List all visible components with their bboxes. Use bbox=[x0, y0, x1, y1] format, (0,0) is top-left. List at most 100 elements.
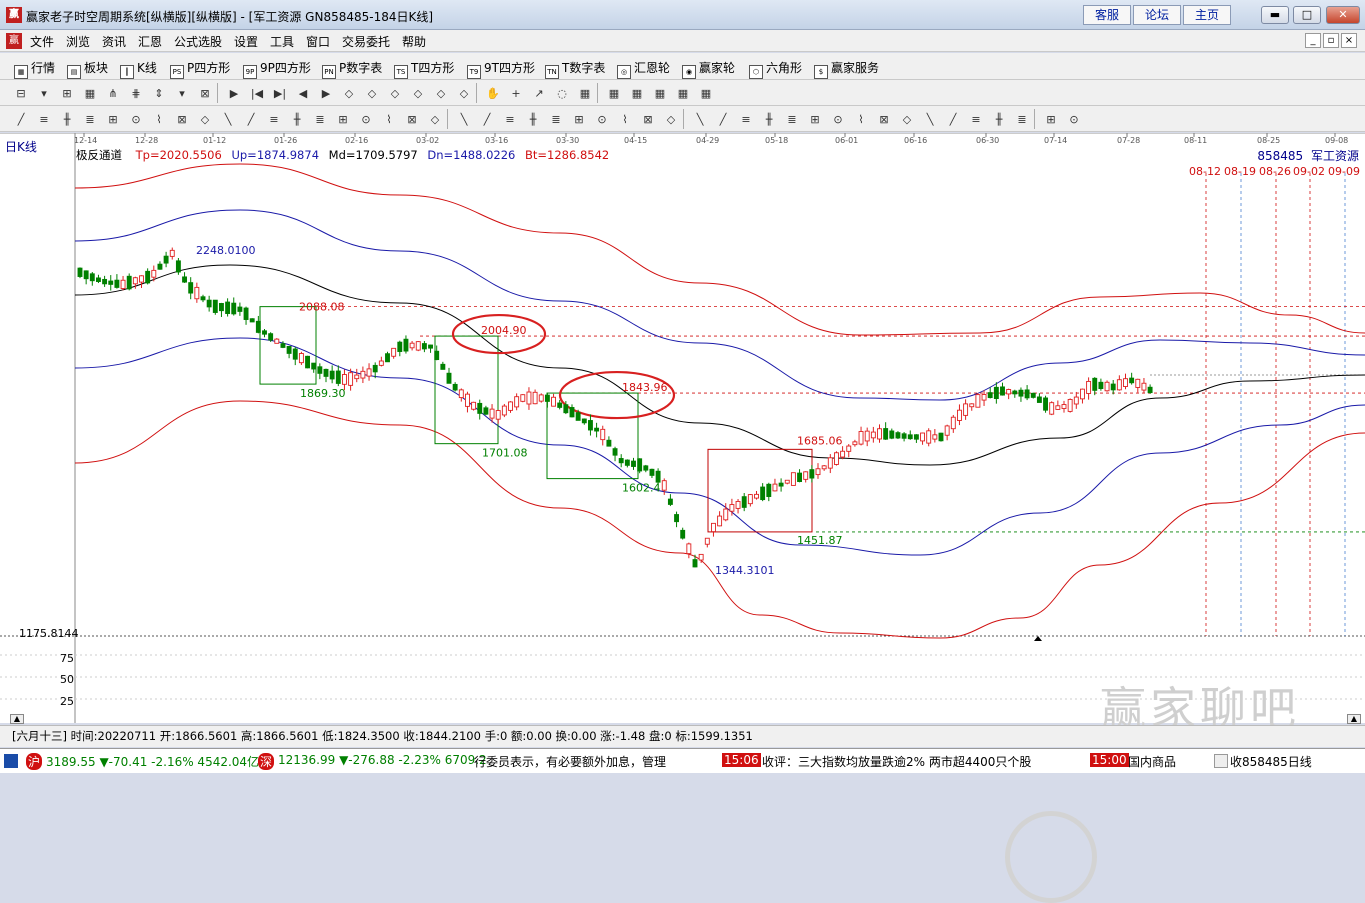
chart-tool-8-icon[interactable]: ▾ bbox=[173, 84, 191, 102]
nav-t-square[interactable]: TS T四方形 bbox=[394, 59, 454, 79]
chart-tool-7-icon[interactable]: ⇕ bbox=[150, 84, 168, 102]
draw-tool-30-icon[interactable]: ╲ bbox=[691, 110, 709, 128]
draw-tool-23-icon[interactable]: ╫ bbox=[524, 110, 542, 128]
chart-tool-14-icon[interactable]: ▶ bbox=[317, 84, 335, 102]
chart-tool-21-icon[interactable]: ✋ bbox=[484, 84, 502, 102]
maximize-button[interactable]: □ bbox=[1293, 6, 1321, 24]
draw-tool-3-icon[interactable]: ╫ bbox=[58, 110, 76, 128]
draw-tool-13-icon[interactable]: ╫ bbox=[288, 110, 306, 128]
close-button[interactable]: ✕ bbox=[1326, 6, 1360, 24]
draw-tool-15-icon[interactable]: ⊞ bbox=[334, 110, 352, 128]
draw-tool-35-icon[interactable]: ⊞ bbox=[806, 110, 824, 128]
nav-hexagon[interactable]: ⬡ 六角形 bbox=[749, 59, 802, 79]
draw-tool-28-icon[interactable]: ⊠ bbox=[639, 110, 657, 128]
customer-service-button[interactable]: 客服 bbox=[1083, 5, 1131, 25]
chart-tool-17-icon[interactable]: ◇ bbox=[386, 84, 404, 102]
draw-tool-36-icon[interactable]: ⊙ bbox=[829, 110, 847, 128]
chart-tool-6-icon[interactable]: ⋕ bbox=[127, 84, 145, 102]
mdi-close-button[interactable]: × bbox=[1341, 33, 1357, 48]
draw-tool-43-icon[interactable]: ╫ bbox=[990, 110, 1008, 128]
menu-tools[interactable]: 工具 bbox=[270, 33, 294, 50]
menu-huien[interactable]: 汇恩 bbox=[138, 33, 162, 50]
chart-tool-28-icon[interactable]: ▦ bbox=[651, 84, 669, 102]
chart-tool-29-icon[interactable]: ▦ bbox=[674, 84, 692, 102]
menu-help[interactable]: 帮助 bbox=[402, 33, 426, 50]
draw-tool-40-icon[interactable]: ╲ bbox=[921, 110, 939, 128]
chart-tool-22-icon[interactable]: + bbox=[507, 84, 525, 102]
chart-tool-10-icon[interactable]: ▶ bbox=[225, 84, 243, 102]
chart-tool-19-icon[interactable]: ◇ bbox=[432, 84, 450, 102]
nav-9t-square[interactable]: T9 9T四方形 bbox=[467, 59, 535, 79]
draw-tool-24-icon[interactable]: ≣ bbox=[547, 110, 565, 128]
chart-tool-2-icon[interactable]: ▾ bbox=[35, 84, 53, 102]
menu-settings[interactable]: 设置 bbox=[234, 33, 258, 50]
sh-index-value[interactable]: 3189.55 ▼-70.41 -2.16% 4542.04亿 bbox=[46, 753, 259, 770]
draw-tool-32-icon[interactable]: ≡ bbox=[737, 110, 755, 128]
minimize-button[interactable]: ▬ bbox=[1261, 6, 1289, 24]
nav-winner-wheel[interactable]: ◉ 赢家轮 bbox=[682, 59, 735, 79]
chart-tool-11-icon[interactable]: |◀ bbox=[248, 84, 266, 102]
bell-icon[interactable] bbox=[1214, 754, 1228, 768]
draw-tool-8-icon[interactable]: ⊠ bbox=[173, 110, 191, 128]
draw-tool-9-icon[interactable]: ◇ bbox=[196, 110, 214, 128]
nav-p-square[interactable]: PS P四方形 bbox=[170, 59, 230, 79]
homepage-button[interactable]: 主页 bbox=[1183, 5, 1231, 25]
chart-tool-3-icon[interactable]: ⊞ bbox=[58, 84, 76, 102]
scroll-left-icon[interactable]: ▲ bbox=[10, 714, 24, 724]
draw-tool-19-icon[interactable]: ◇ bbox=[426, 110, 444, 128]
draw-tool-5-icon[interactable]: ⊞ bbox=[104, 110, 122, 128]
news-headline-2[interactable]: 国内商品 bbox=[1128, 753, 1194, 770]
news-headline-1[interactable]: 收评：三大指数均放量跌逾2% 两市超4400只个股 bbox=[762, 753, 1086, 770]
draw-tool-25-icon[interactable]: ⊞ bbox=[570, 110, 588, 128]
draw-tool-14-icon[interactable]: ≣ bbox=[311, 110, 329, 128]
menu-formula[interactable]: 公式选股 bbox=[174, 33, 222, 50]
draw-tool-44-icon[interactable]: ≣ bbox=[1013, 110, 1031, 128]
draw-tool-4-icon[interactable]: ≣ bbox=[81, 110, 99, 128]
nav-kline[interactable]: ┃ K线 bbox=[120, 59, 157, 79]
nav-p-table[interactable]: PN P数字表 bbox=[322, 59, 382, 79]
chart-tool-23-icon[interactable]: ↗ bbox=[530, 84, 548, 102]
scroll-right-icon[interactable]: ▲ bbox=[1347, 714, 1361, 724]
draw-tool-45-icon[interactable]: ⊞ bbox=[1042, 110, 1060, 128]
draw-tool-29-icon[interactable]: ◇ bbox=[662, 110, 680, 128]
chart-tool-27-icon[interactable]: ▦ bbox=[628, 84, 646, 102]
chart-tool-1-icon[interactable]: ⊟ bbox=[12, 84, 30, 102]
chart-tool-18-icon[interactable]: ◇ bbox=[409, 84, 427, 102]
nav-9p-square[interactable]: 9P 9P四方形 bbox=[243, 59, 311, 79]
chart-tool-5-icon[interactable]: ⋔ bbox=[104, 84, 122, 102]
draw-tool-46-icon[interactable]: ⊙ bbox=[1065, 110, 1083, 128]
draw-tool-37-icon[interactable]: ⌇ bbox=[852, 110, 870, 128]
chart-tool-13-icon[interactable]: ◀ bbox=[294, 84, 312, 102]
news-scroll-text[interactable]: 行委员表示，有必要额外加息，管理 bbox=[474, 753, 719, 770]
draw-tool-2-icon[interactable]: ≡ bbox=[35, 110, 53, 128]
chart-tool-16-icon[interactable]: ◇ bbox=[363, 84, 381, 102]
menu-window[interactable]: 窗口 bbox=[306, 33, 330, 50]
nav-quotes[interactable]: ▦ 行情 bbox=[14, 59, 55, 79]
draw-tool-10-icon[interactable]: ╲ bbox=[219, 110, 237, 128]
draw-tool-20-icon[interactable]: ╲ bbox=[455, 110, 473, 128]
draw-tool-34-icon[interactable]: ≣ bbox=[783, 110, 801, 128]
chart-tool-20-icon[interactable]: ◇ bbox=[455, 84, 473, 102]
draw-tool-16-icon[interactable]: ⊙ bbox=[357, 110, 375, 128]
mdi-restore-button[interactable]: ▫ bbox=[1323, 33, 1339, 48]
chart-tool-9-icon[interactable]: ⊠ bbox=[196, 84, 214, 102]
nav-winner-service[interactable]: $ 赢家服务 bbox=[814, 59, 879, 79]
draw-tool-18-icon[interactable]: ⊠ bbox=[403, 110, 421, 128]
sz-index-value[interactable]: 12136.99 ▼-276.88 -2.23% 6709.2 bbox=[278, 753, 487, 767]
nav-t-table[interactable]: TN T数字表 bbox=[545, 59, 605, 79]
draw-tool-26-icon[interactable]: ⊙ bbox=[593, 110, 611, 128]
draw-tool-22-icon[interactable]: ≡ bbox=[501, 110, 519, 128]
chart-tool-15-icon[interactable]: ◇ bbox=[340, 84, 358, 102]
kline-chart-area[interactable]: 12-14 12-28 01-12 01-26 02-16 03-02 03-16 03-30… bbox=[0, 132, 1365, 903]
menu-file[interactable]: 文件 bbox=[30, 33, 54, 50]
draw-tool-17-icon[interactable]: ⌇ bbox=[380, 110, 398, 128]
nav-huien-wheel[interactable]: ◎ 汇恩轮 bbox=[617, 59, 670, 79]
mdi-minimize-button[interactable]: _ bbox=[1305, 33, 1321, 48]
draw-tool-33-icon[interactable]: ╫ bbox=[760, 110, 778, 128]
grid-icon[interactable] bbox=[4, 754, 18, 768]
draw-tool-11-icon[interactable]: ╱ bbox=[242, 110, 260, 128]
menu-trade[interactable]: 交易委托 bbox=[342, 33, 390, 50]
draw-tool-41-icon[interactable]: ╱ bbox=[944, 110, 962, 128]
draw-tool-6-icon[interactable]: ⊙ bbox=[127, 110, 145, 128]
draw-tool-12-icon[interactable]: ≡ bbox=[265, 110, 283, 128]
